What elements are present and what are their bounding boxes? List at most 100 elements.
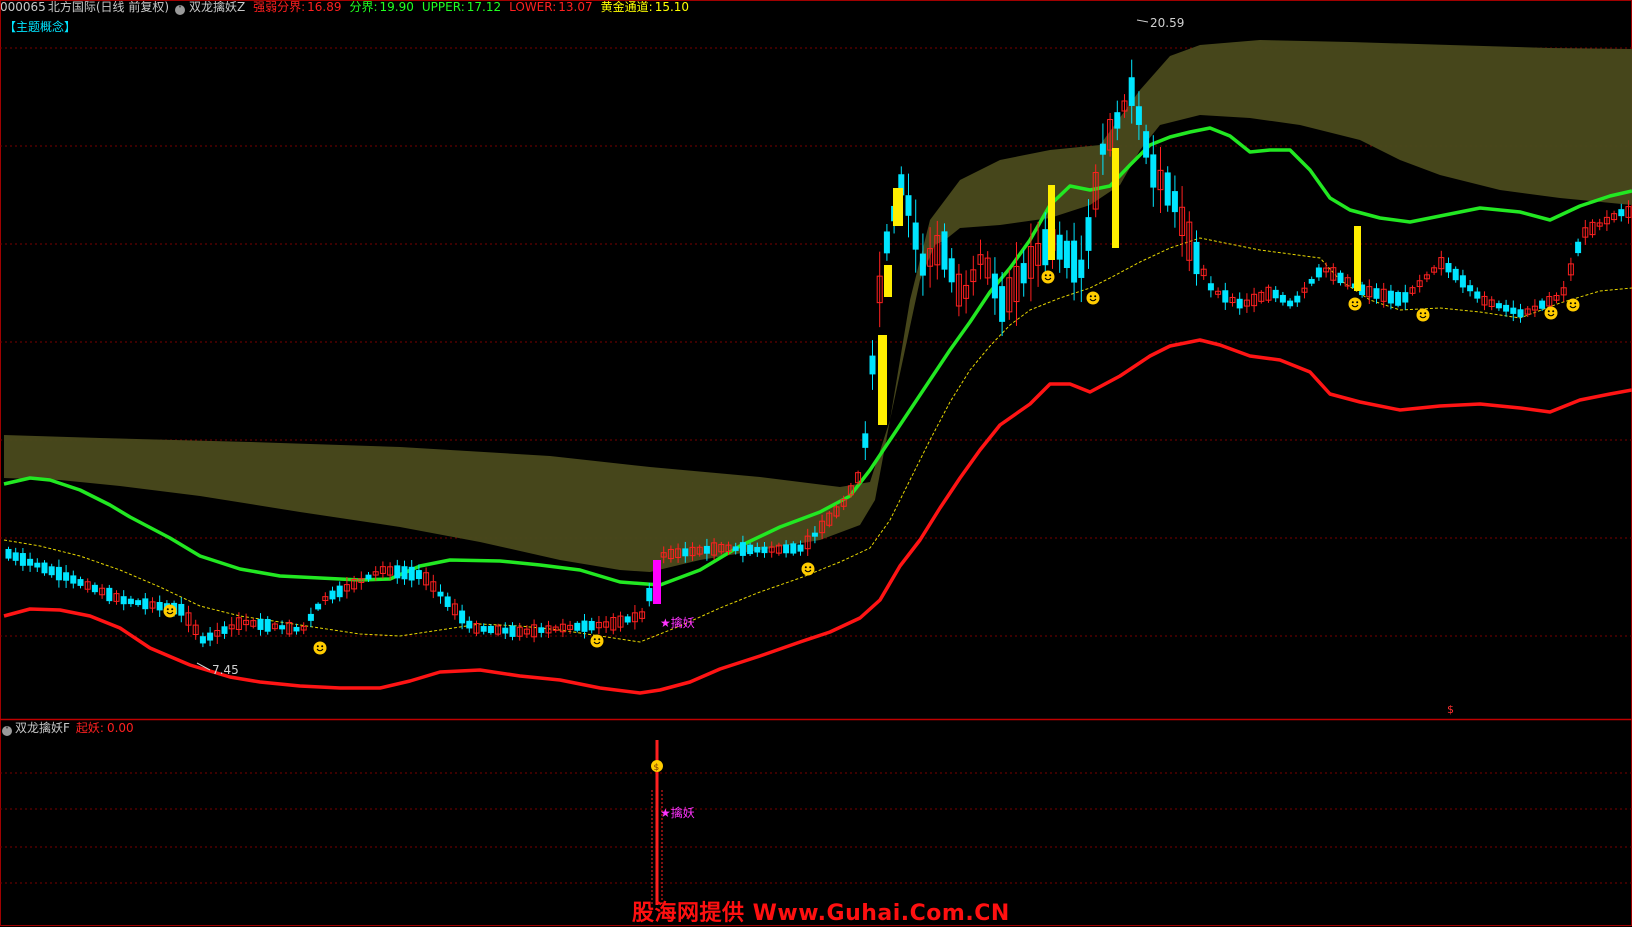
candle-body [135, 600, 142, 606]
candle-body [1099, 143, 1106, 155]
candle-body [1143, 131, 1150, 158]
sub-indicator-name[interactable]: 双龙擒妖F [15, 721, 70, 735]
price-chart: $ [0, 0, 1632, 926]
candle-body [48, 566, 55, 576]
dollar-mark: $ [1447, 703, 1454, 716]
candle-body [415, 570, 422, 580]
candle-body [77, 579, 84, 586]
money-bag-glyph: $ [654, 763, 660, 773]
smiley-eye [1044, 274, 1047, 277]
candle-body [1272, 289, 1279, 299]
candle-body [1078, 259, 1085, 278]
candle-body [127, 598, 134, 605]
candle-body [156, 602, 163, 611]
signal-bar [893, 188, 903, 226]
smiley-eye [1424, 312, 1427, 315]
candle-body [1337, 272, 1344, 284]
candle-body [315, 603, 322, 610]
smiley-eye [316, 645, 319, 648]
candle-body [437, 591, 444, 597]
sub-item-value: 0.00 [106, 721, 134, 735]
candle-body [41, 562, 48, 574]
candle-body [509, 625, 516, 637]
candle-body [797, 544, 804, 552]
candle-body [1395, 292, 1402, 306]
candle-body [1128, 77, 1135, 106]
smiley-icon [1566, 298, 1580, 312]
candle-body [329, 590, 336, 600]
candle-body [365, 574, 372, 580]
candle-body [1056, 234, 1063, 260]
candle-body [732, 546, 739, 551]
candle-body [19, 553, 26, 566]
smiley-eye [171, 608, 174, 611]
smiley-eye [166, 608, 169, 611]
candle-body [401, 566, 408, 580]
candle-body [1452, 268, 1459, 281]
candle-body [862, 433, 869, 448]
smiley-eye [809, 566, 812, 569]
candle-body [307, 613, 314, 621]
candle-body [703, 545, 710, 554]
candle-body [1164, 172, 1171, 206]
candle-body [408, 566, 415, 581]
smiley-eye [598, 638, 601, 641]
candle-body [1085, 217, 1092, 251]
smiley-eye [593, 638, 596, 641]
candle-body [466, 620, 473, 629]
candle-body [1236, 298, 1243, 309]
candle-body [869, 355, 876, 375]
candle-body [293, 626, 300, 632]
candle-body [207, 632, 214, 641]
candle-body [1207, 283, 1214, 291]
candle-body [1315, 267, 1322, 278]
candle-body [538, 627, 545, 633]
candle-body [574, 622, 581, 631]
candle-body [761, 546, 768, 554]
chart-window[interactable]: { "header": { "code": "000065", "name": … [0, 0, 1632, 926]
candle-body [1020, 263, 1027, 284]
candle-body [1618, 209, 1625, 217]
smiley-icon [1544, 306, 1558, 320]
candle-body [106, 587, 113, 602]
candle-body [27, 558, 34, 566]
sub-panel-header: ˅ 双龙擒妖F 起妖: 0.00 [0, 721, 134, 737]
smiley-eye [1574, 302, 1577, 305]
signal-label: ★擒妖 [660, 616, 695, 630]
smiley-eye [804, 566, 807, 569]
watermark: 股海网提供 Www.Guhai.Com.CN [632, 901, 1010, 926]
candle-body [1445, 263, 1452, 273]
candle-body [1474, 291, 1481, 299]
smiley-icon [1416, 308, 1430, 322]
candle-body [142, 598, 149, 610]
candle-body [1503, 304, 1510, 312]
candle-body [783, 544, 790, 554]
high-price-label: 20.59 [1150, 16, 1185, 30]
candle-body [459, 610, 466, 624]
smiley-eye [1049, 274, 1052, 277]
candle-body [1510, 307, 1517, 314]
collapse-circle-icon-sub[interactable]: ˅ [2, 726, 12, 736]
candle-body [5, 548, 12, 559]
candle-body [394, 565, 401, 579]
candle-body [919, 253, 926, 276]
candle-body [1135, 106, 1142, 125]
signal-bar [884, 265, 892, 297]
candle-body [264, 619, 271, 632]
smiley-icon [1348, 297, 1362, 311]
candle-body [1467, 285, 1474, 292]
high-marker [1136, 19, 1149, 23]
candle-body [1063, 240, 1070, 269]
candle-body [1150, 154, 1157, 188]
smiley-icon [590, 634, 604, 648]
signal-bar-magenta [653, 560, 661, 604]
candle-body [1294, 295, 1301, 303]
candle-body [754, 546, 761, 553]
candle-body [1373, 288, 1380, 299]
signal-bar [1354, 226, 1361, 291]
candle-body [444, 596, 451, 607]
candle-body [480, 626, 487, 632]
candle-body [336, 585, 343, 598]
candle-body [999, 286, 1006, 322]
candle-body [12, 552, 19, 561]
